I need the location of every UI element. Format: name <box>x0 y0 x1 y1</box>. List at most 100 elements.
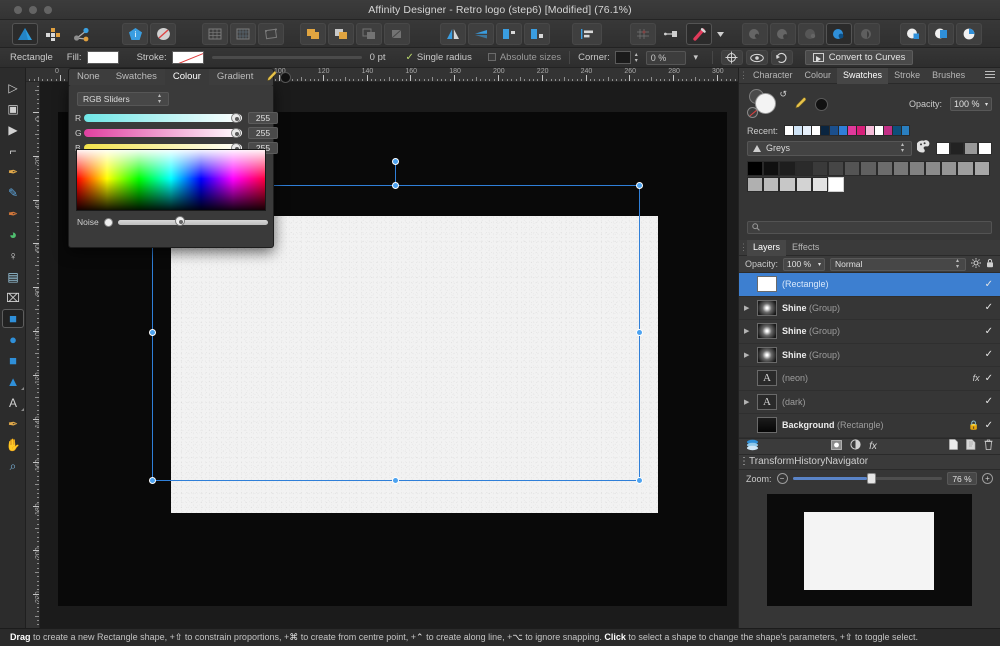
pen-tool-icon[interactable]: ✒ <box>0 161 26 182</box>
contrast-icon[interactable] <box>956 23 982 45</box>
layer-visibility-checkbox[interactable]: ✓ <box>985 396 993 407</box>
recent-swatch[interactable] <box>784 125 793 136</box>
vertical-ruler[interactable]: 020406080100120140160180200220 <box>26 82 40 628</box>
layer-row[interactable]: A(neon)fx✓ <box>739 367 1000 391</box>
transparency-tool-icon[interactable]: ♀ <box>0 245 26 266</box>
artistic-text-tool-icon[interactable]: A <box>0 392 26 413</box>
stepper-icon[interactable]: ▴▾ <box>633 52 640 64</box>
slider-track-g[interactable] <box>84 129 242 137</box>
palette-swatch[interactable] <box>909 161 925 176</box>
delete-icon[interactable] <box>984 439 993 453</box>
pencil-tool-icon[interactable]: ✎ <box>0 182 26 203</box>
zoom-slider[interactable] <box>793 477 942 480</box>
layer-visibility-checkbox[interactable]: ✓ <box>985 420 993 431</box>
fill-tool-icon[interactable]: ◕ <box>0 224 26 245</box>
mask-subtract-icon[interactable] <box>770 23 796 45</box>
add-geometry-icon[interactable] <box>300 23 326 45</box>
mode-stepper-icon[interactable]: ▴▾ <box>156 93 163 105</box>
minus-circle-icon[interactable]: − <box>777 473 788 484</box>
layer-visibility-checkbox[interactable]: ✓ <box>985 373 993 384</box>
palette-swatch[interactable] <box>974 161 990 176</box>
slider-knob-r[interactable] <box>231 113 241 123</box>
recent-swatch[interactable] <box>838 125 847 136</box>
recent-swatch[interactable] <box>856 125 865 136</box>
layer-disclosure-arrow[interactable]: ▶ <box>744 398 752 406</box>
tab-swatches[interactable]: Swatches <box>108 69 165 85</box>
mask-none-icon[interactable] <box>742 23 768 45</box>
palette-swatch[interactable] <box>860 161 876 176</box>
layers-list[interactable]: (Rectangle)✓▶Shine (Group)✓▶Shine (Group… <box>739 273 1000 438</box>
rotate-left-icon[interactable] <box>496 23 522 45</box>
mask-icon[interactable] <box>831 440 842 453</box>
palette-swatch[interactable] <box>925 161 941 176</box>
search-input[interactable] <box>747 221 992 234</box>
adjustment-icon[interactable] <box>850 439 861 453</box>
layer-disclosure-arrow[interactable]: ▶ <box>744 351 752 359</box>
flip-horizontal-icon[interactable] <box>440 23 466 45</box>
plus-circle-icon[interactable]: + <box>982 473 993 484</box>
rotation-handle[interactable] <box>392 158 399 165</box>
align-left-icon[interactable] <box>572 23 602 45</box>
navigator-preview[interactable] <box>767 494 972 606</box>
show-bounds-icon[interactable] <box>258 23 284 45</box>
palette-swatch[interactable] <box>779 161 795 176</box>
fx-icon[interactable]: fx <box>869 441 877 452</box>
navigator-panel-tabs[interactable]: ⋮ Transform History Navigator <box>739 454 1000 470</box>
recent-swatch[interactable] <box>874 125 883 136</box>
layer-fx-icon[interactable]: fx <box>973 373 980 383</box>
recent-swatch[interactable] <box>847 125 856 136</box>
recent-swatch[interactable] <box>802 125 811 136</box>
fill-swatch-button[interactable] <box>87 51 119 64</box>
show-pixel-grid-icon[interactable] <box>230 23 256 45</box>
tab-layers[interactable]: Layers <box>747 240 786 256</box>
flip-vertical-icon[interactable] <box>468 23 494 45</box>
snap-candidates-icon[interactable] <box>658 23 684 45</box>
blend-stepper-icon[interactable]: ▴▾ <box>954 258 961 270</box>
corner-tool-icon[interactable]: ⌐ <box>0 140 26 161</box>
mask-intersect-icon[interactable] <box>798 23 824 45</box>
greys-palette-row-1[interactable] <box>739 161 1000 176</box>
tab-character[interactable]: Character <box>747 68 799 84</box>
tab-colour[interactable]: Colour <box>165 69 209 86</box>
palette-swatch[interactable] <box>812 177 828 192</box>
subtract-geometry-icon[interactable] <box>328 23 354 45</box>
fill-colour-ring[interactable] <box>755 93 776 114</box>
slider-row-r[interactable]: R 255 <box>75 112 278 124</box>
layers-opacity-field[interactable]: 100 % ▾ <box>783 258 825 271</box>
none-swatch-icon[interactable] <box>936 142 950 155</box>
grey-swatch-icon[interactable] <box>964 142 978 155</box>
palette-swatch[interactable] <box>796 177 812 192</box>
mask-add-icon[interactable] <box>826 23 852 45</box>
vector-brush-tool-icon[interactable]: ✒ <box>0 203 26 224</box>
rectangle-tool-icon[interactable]: ■ <box>0 308 26 329</box>
opacity-chevron-icon[interactable]: ▾ <box>985 101 988 108</box>
lock-icon[interactable] <box>986 258 994 271</box>
swatches-panel-tabs[interactable]: ⋮ Character Colour Swatches Stroke Brush… <box>739 68 1000 84</box>
magnet-snapping-icon[interactable] <box>686 23 712 45</box>
export-persona-icon[interactable] <box>68 23 94 45</box>
swatches-opacity-field[interactable]: 100 % ▾ <box>950 97 992 111</box>
node-tool-icon[interactable]: ▶ <box>0 119 26 140</box>
intersect-geometry-icon[interactable] <box>356 23 382 45</box>
navigator-grip-icon[interactable]: ⋮ <box>739 456 749 467</box>
brush-settings-icon[interactable] <box>150 23 176 45</box>
ellipse-tool-icon[interactable]: ● <box>0 329 26 350</box>
panel-grip-icon[interactable]: ⋮ <box>739 70 747 81</box>
blend-mode-dropdown[interactable]: Normal ▴▾ <box>830 258 966 271</box>
triangle-tool-icon[interactable]: ▲ <box>0 371 26 392</box>
colour-popover[interactable]: RGB Sliders ▴▾ R 255 G 255 B 255 Noise <box>68 84 274 248</box>
tab-effects[interactable]: Effects <box>786 240 825 256</box>
palette-swatch[interactable] <box>796 161 812 176</box>
move-origin-icon[interactable] <box>721 50 743 65</box>
palette-swatch[interactable] <box>812 161 828 176</box>
assistant-icon[interactable]: i <box>122 23 148 45</box>
palette-swatch[interactable] <box>747 177 763 192</box>
no-colour-icon[interactable] <box>747 107 758 118</box>
palette-swatch[interactable] <box>828 161 844 176</box>
tab-stroke[interactable]: Stroke <box>888 68 926 84</box>
palette-dropdown[interactable]: Greys ▴▾ <box>747 141 912 156</box>
palette-swatch[interactable] <box>763 177 779 192</box>
show-grid-icon[interactable] <box>202 23 228 45</box>
layer-visibility-checkbox[interactable]: ✓ <box>985 279 993 290</box>
layers-opacity-chevron-icon[interactable]: ▾ <box>818 261 821 268</box>
